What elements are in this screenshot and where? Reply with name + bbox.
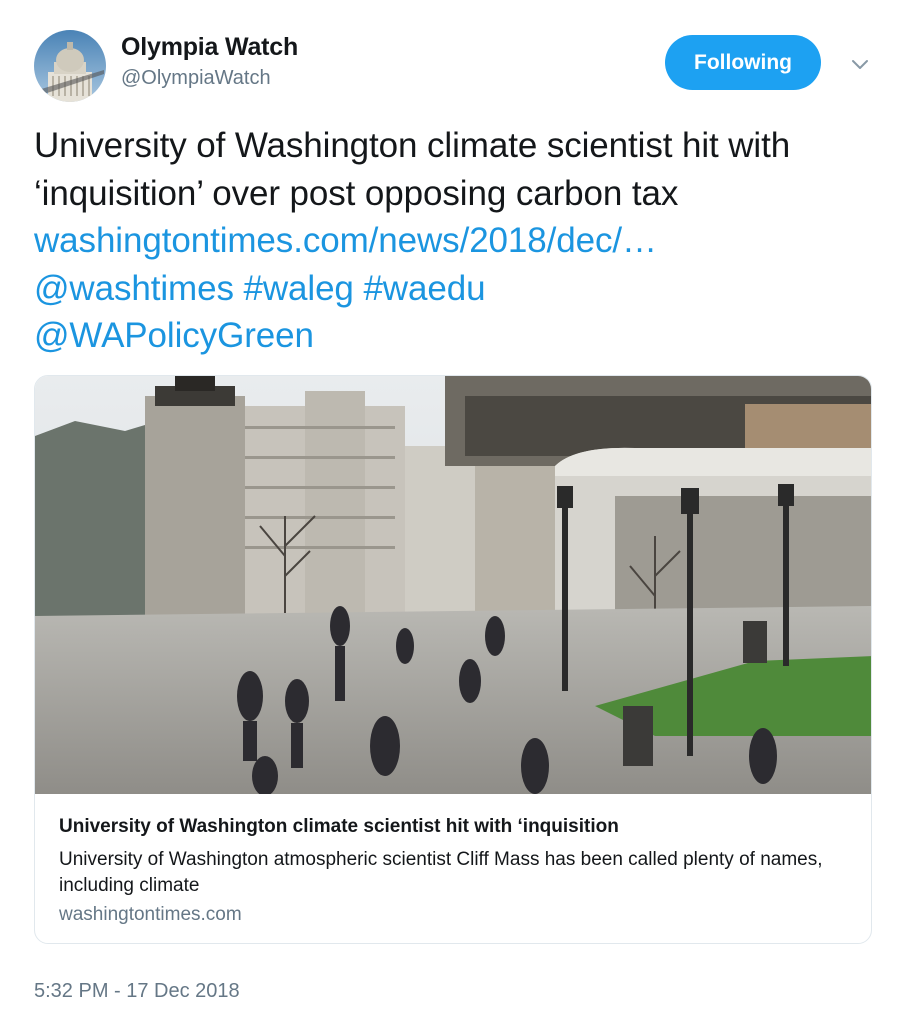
tweet-body: University of Washington climate scienti… <box>34 126 791 213</box>
following-button[interactable]: Following <box>665 35 821 90</box>
article-link[interactable]: washingtontimes.com/news/2018/dec/… <box>34 221 657 260</box>
mention-washtimes[interactable]: @washtimes <box>34 269 234 308</box>
capitol-dome-avatar-icon <box>34 30 106 102</box>
card-title[interactable]: University of Washington climate scienti… <box>59 816 859 838</box>
link-card[interactable]: University of Washington climate scienti… <box>34 375 872 944</box>
tweet-text: University of Washington climate scienti… <box>34 122 884 360</box>
hashtag-waedu[interactable]: #waedu <box>363 269 485 308</box>
avatar[interactable] <box>34 30 106 102</box>
card-domain: washingtontimes.com <box>59 904 242 925</box>
mention-wapolicygreen[interactable]: @WAPolicyGreen <box>34 316 314 355</box>
tweet-timestamp[interactable]: 5:32 PM - 17 Dec 2018 <box>34 980 240 1003</box>
display-name[interactable]: Olympia Watch <box>121 33 298 62</box>
hashtag-waleg[interactable]: #waleg <box>243 269 353 308</box>
card-description: University of Washington atmospheric sci… <box>59 849 823 896</box>
campus-photo <box>35 376 871 794</box>
chevron-down-icon[interactable] <box>848 52 872 76</box>
user-handle[interactable]: @OlympiaWatch <box>121 67 271 90</box>
